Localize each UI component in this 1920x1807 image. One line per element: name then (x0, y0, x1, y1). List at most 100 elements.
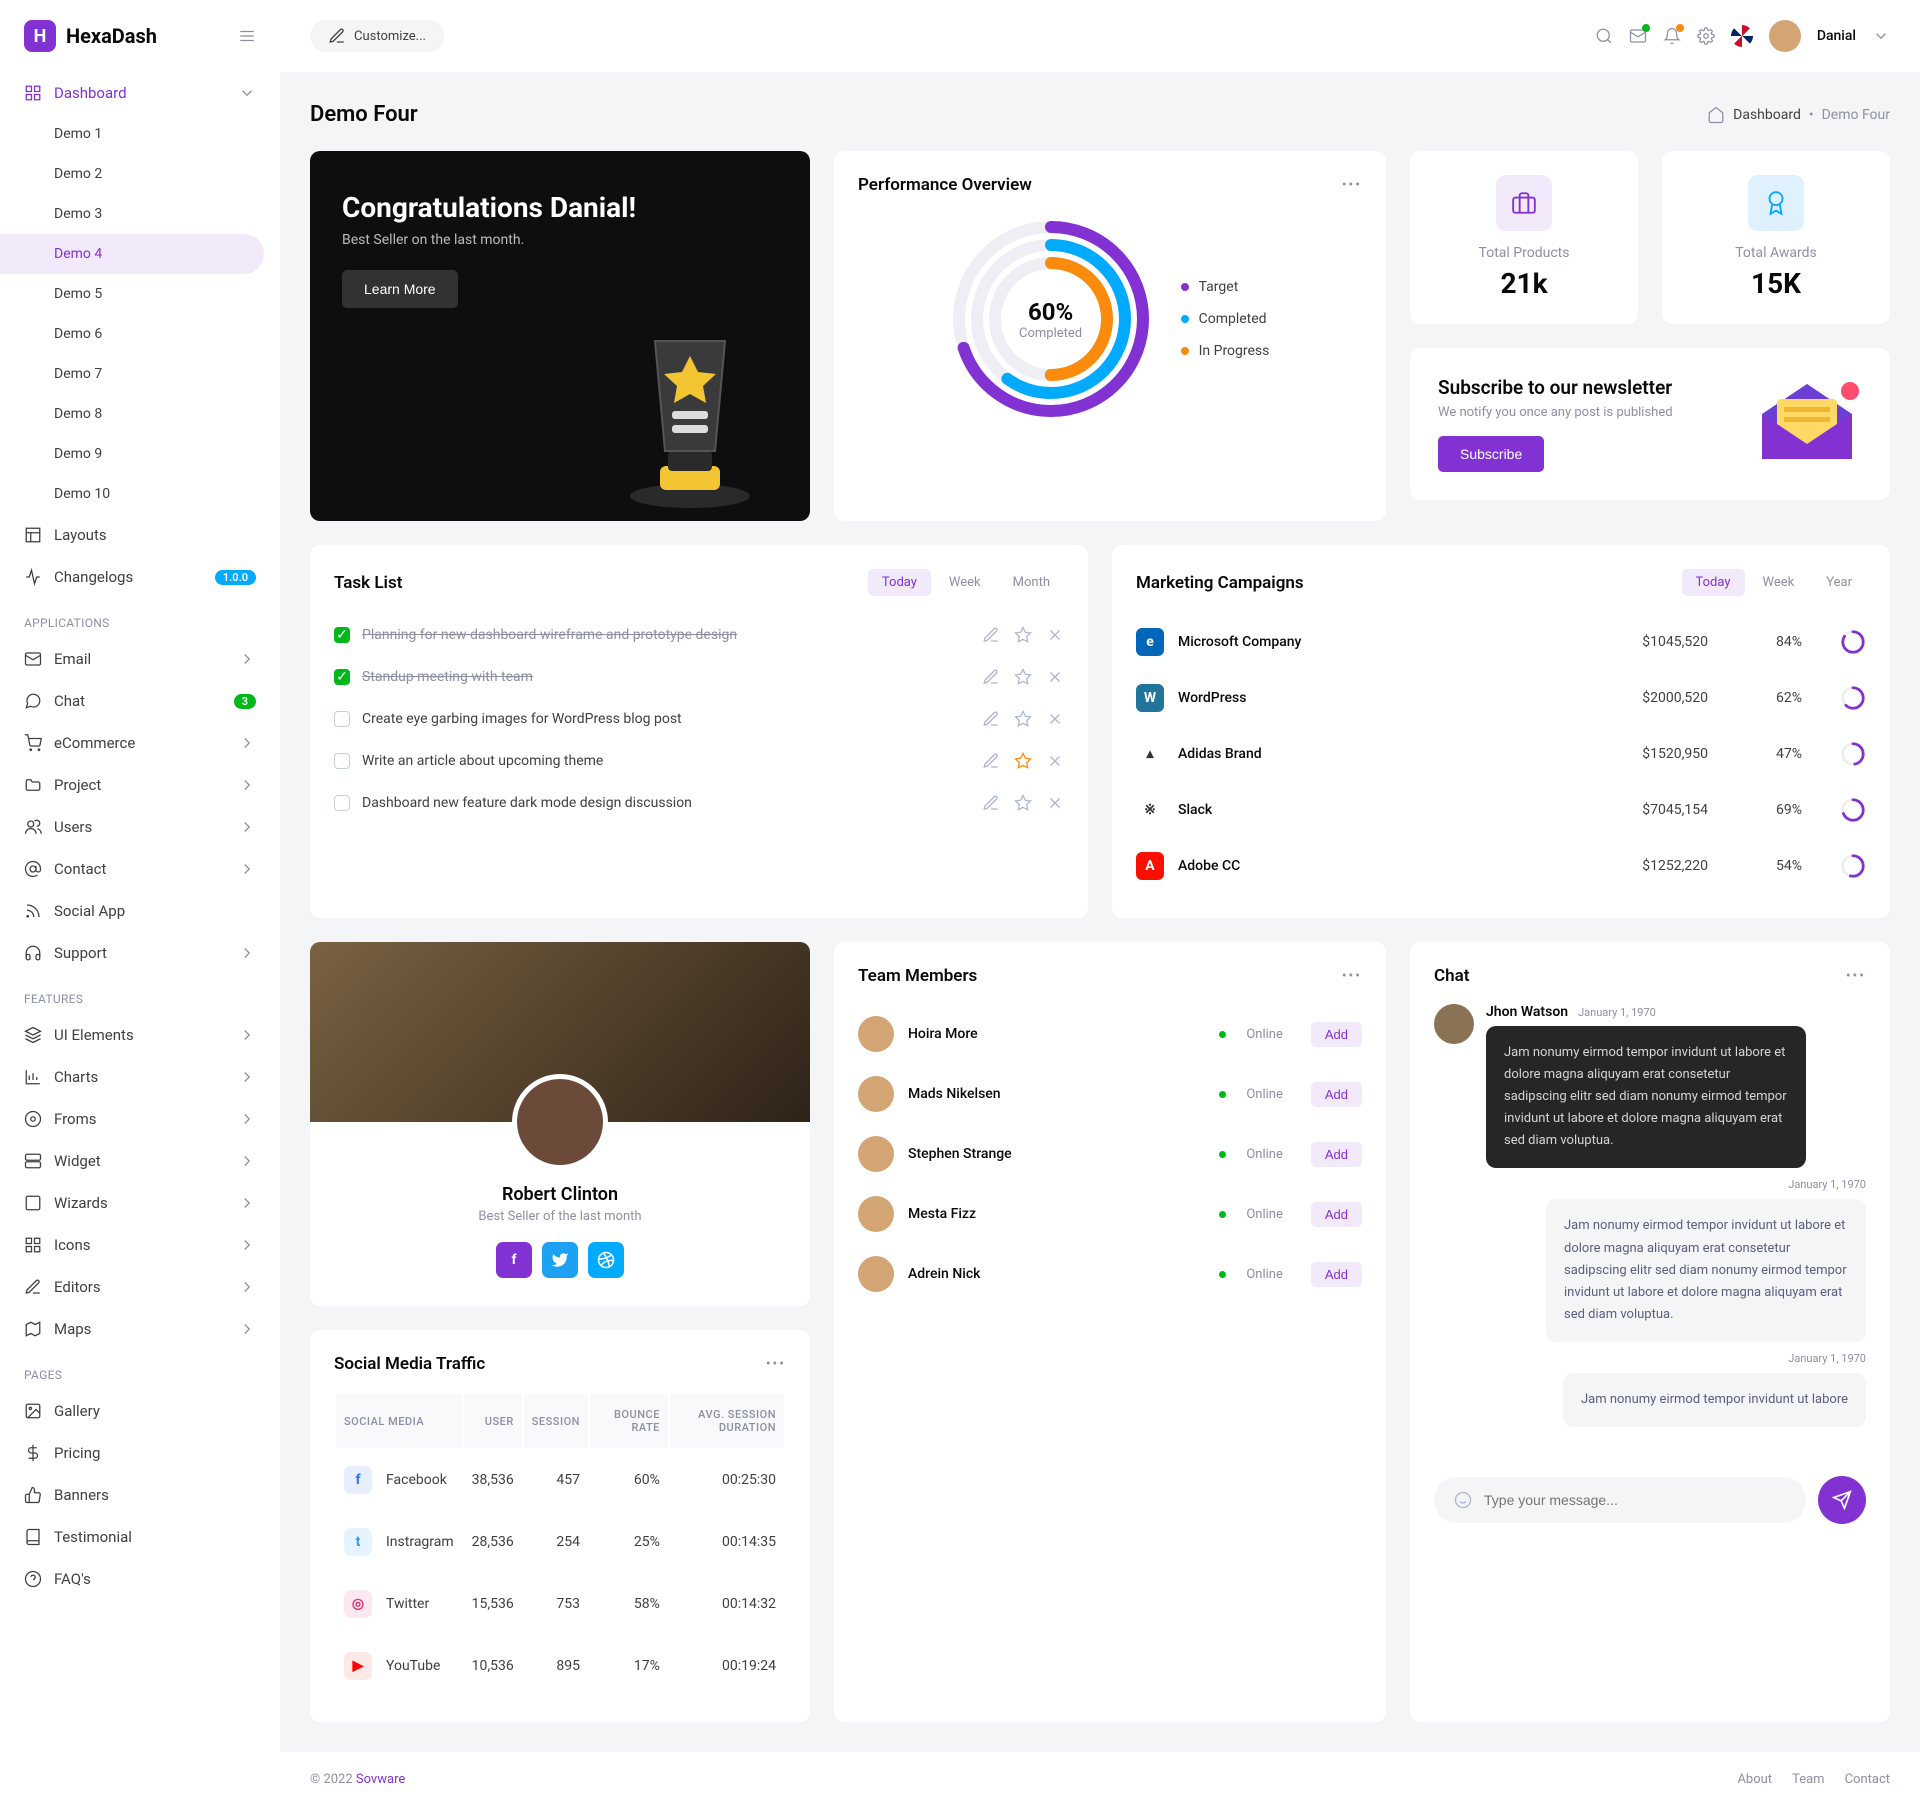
nav-pricing[interactable]: Pricing (0, 1432, 280, 1474)
edit-icon[interactable] (982, 668, 1000, 686)
nav-gallery[interactable]: Gallery (0, 1390, 280, 1432)
twitter-icon[interactable] (542, 1242, 578, 1278)
nav-faqs[interactable]: FAQ's (0, 1558, 280, 1600)
social-icon: ◎ (344, 1590, 372, 1618)
sidebar-item-demo[interactable]: Demo 2 (0, 154, 280, 194)
sidebar-item-demo[interactable]: Demo 6 (0, 314, 280, 354)
edit-icon[interactable] (982, 794, 1000, 812)
settings-icon[interactable] (1697, 27, 1715, 45)
tab[interactable]: Today (1682, 569, 1745, 596)
chat-input[interactable] (1484, 1492, 1786, 1508)
sidebar-item-demo[interactable]: Demo 5 (0, 274, 280, 314)
nav-dashboard[interactable]: Dashboard (0, 72, 280, 114)
add-button[interactable]: Add (1311, 1202, 1362, 1227)
send-button[interactable] (1818, 1476, 1866, 1524)
tab[interactable]: Week (935, 569, 995, 596)
more-icon[interactable]: ••• (1342, 968, 1362, 984)
star-icon[interactable] (1014, 710, 1032, 728)
member-avatar (858, 1256, 894, 1292)
nav-forms[interactable]: Froms (0, 1098, 280, 1140)
nav-charts[interactable]: Charts (0, 1056, 280, 1098)
learn-more-button[interactable]: Learn More (342, 270, 458, 308)
user-count: 10,536 (464, 1636, 522, 1696)
member-avatar (858, 1016, 894, 1052)
add-button[interactable]: Add (1311, 1142, 1362, 1167)
close-icon[interactable] (1046, 794, 1064, 812)
sidebar-item-demo[interactable]: Demo 10 (0, 474, 280, 514)
breadcrumb-root[interactable]: Dashboard (1733, 107, 1801, 123)
star-icon[interactable] (1014, 668, 1032, 686)
sidebar-item-demo[interactable]: Demo 8 (0, 394, 280, 434)
emoji-icon[interactable] (1454, 1491, 1472, 1509)
add-button[interactable]: Add (1311, 1262, 1362, 1287)
sidebar-item-demo[interactable]: Demo 7 (0, 354, 280, 394)
star-icon[interactable] (1014, 626, 1032, 644)
customize-button[interactable]: Customize... (310, 20, 444, 52)
more-icon[interactable]: ••• (766, 1356, 786, 1372)
sidebar-item-demo[interactable]: Demo 3 (0, 194, 280, 234)
tab[interactable]: Today (868, 569, 931, 596)
nav-ui[interactable]: UI Elements (0, 1014, 280, 1056)
nav-testimonial[interactable]: Testimonial (0, 1516, 280, 1558)
nav-contact[interactable]: Contact (0, 848, 280, 890)
star-icon[interactable] (1014, 794, 1032, 812)
nav-changelogs[interactable]: Changelogs 1.0.0 (0, 556, 280, 598)
checkbox[interactable]: ✓ (334, 627, 350, 643)
task-text: Create eye garbing images for WordPress … (362, 711, 970, 727)
close-icon[interactable] (1046, 626, 1064, 644)
nav-icons[interactable]: Icons (0, 1224, 280, 1266)
tab[interactable]: Year (1812, 569, 1866, 596)
close-icon[interactable] (1046, 668, 1064, 686)
sidebar-item-demo[interactable]: Demo 9 (0, 434, 280, 474)
more-icon[interactable]: ••• (1342, 177, 1362, 193)
member-name: Mads Nikelsen (908, 1086, 1205, 1102)
message-icon[interactable] (1629, 27, 1647, 45)
star-icon[interactable] (1014, 752, 1032, 770)
nav-project[interactable]: Project (0, 764, 280, 806)
close-icon[interactable] (1046, 752, 1064, 770)
checkbox[interactable] (334, 711, 350, 727)
sidebar-item-demo[interactable]: Demo 4 (0, 234, 264, 274)
nav-banners[interactable]: Banners (0, 1474, 280, 1516)
bell-icon[interactable] (1663, 27, 1681, 45)
nav-support[interactable]: Support (0, 932, 280, 974)
facebook-icon[interactable]: f (496, 1242, 532, 1278)
edit-icon[interactable] (982, 710, 1000, 728)
chevron-right-icon (238, 1068, 256, 1086)
nav-users[interactable]: Users (0, 806, 280, 848)
chevron-down-icon[interactable] (1872, 27, 1890, 45)
nav-maps[interactable]: Maps (0, 1308, 280, 1350)
tab[interactable]: Month (999, 569, 1064, 596)
more-icon[interactable]: ••• (1846, 968, 1866, 984)
nav-chat[interactable]: Chat3 (0, 680, 280, 722)
tab[interactable]: Week (1749, 569, 1809, 596)
campaign-percent: 69% (1722, 802, 1802, 818)
edit-icon[interactable] (982, 626, 1000, 644)
cart-icon (24, 734, 42, 752)
user-avatar[interactable] (1769, 20, 1801, 52)
search-icon[interactable] (1595, 27, 1613, 45)
nav-widget[interactable]: Widget (0, 1140, 280, 1182)
nav-editors[interactable]: Editors (0, 1266, 280, 1308)
subscribe-button[interactable]: Subscribe (1438, 436, 1544, 472)
checkbox[interactable]: ✓ (334, 669, 350, 685)
task-row: Dashboard new feature dark mode design d… (334, 782, 1064, 824)
add-button[interactable]: Add (1311, 1022, 1362, 1047)
edit-icon[interactable] (982, 752, 1000, 770)
checkbox[interactable] (334, 795, 350, 811)
sidebar-item-demo[interactable]: Demo 1 (0, 114, 280, 154)
menu-toggle-icon[interactable] (238, 27, 256, 45)
nav-email[interactable]: Email (0, 638, 280, 680)
member-row: Mesta Fizz Online Add (858, 1184, 1362, 1244)
nav-ecommerce[interactable]: eCommerce (0, 722, 280, 764)
nav-wizards[interactable]: Wizards (0, 1182, 280, 1224)
nav-layouts[interactable]: Layouts (0, 514, 280, 556)
user-name[interactable]: Danial (1817, 28, 1856, 44)
add-button[interactable]: Add (1311, 1082, 1362, 1107)
task-text: Dashboard new feature dark mode design d… (362, 795, 970, 811)
flag-icon[interactable] (1731, 25, 1753, 47)
close-icon[interactable] (1046, 710, 1064, 728)
dribbble-icon[interactable] (588, 1242, 624, 1278)
checkbox[interactable] (334, 753, 350, 769)
nav-social[interactable]: Social App (0, 890, 280, 932)
